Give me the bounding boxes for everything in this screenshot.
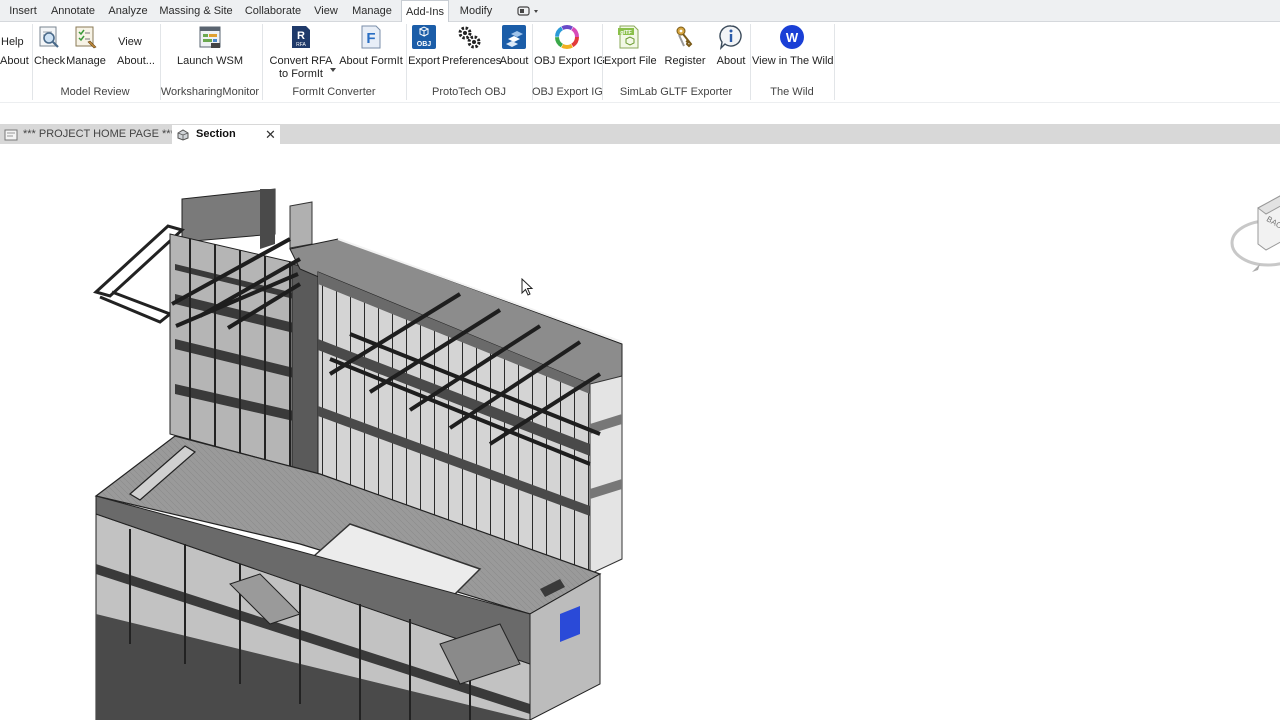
group-obj-export-ig: OBJ Export IG xyxy=(532,86,603,98)
obj-export-ig-button[interactable]: OBJ Export IG xyxy=(534,22,605,82)
tab-collaborate[interactable]: Collaborate xyxy=(242,0,304,22)
page-icon xyxy=(4,129,18,141)
section-view-icon xyxy=(177,129,189,141)
group-formit-converter: FormIt Converter xyxy=(292,86,376,98)
svg-text:W: W xyxy=(786,30,799,45)
group-separator xyxy=(834,24,835,100)
tab-annotate[interactable]: Annotate xyxy=(48,0,98,22)
tab-manage[interactable]: Manage xyxy=(348,0,396,22)
view-toggle-icon xyxy=(517,6,538,16)
about-protech-button[interactable]: About xyxy=(498,22,530,82)
tab-modify[interactable]: Modify xyxy=(454,0,498,22)
group-separator xyxy=(750,24,751,100)
the-wild-logo-icon: W xyxy=(780,25,804,49)
tab-view[interactable]: View xyxy=(310,0,342,22)
viewcube[interactable]: BAC xyxy=(1228,188,1280,278)
group-separator xyxy=(32,24,33,100)
ribbon-collapsed-strip xyxy=(0,102,1280,124)
svg-text:RFA: RFA xyxy=(296,42,306,48)
group-protech-obj: ProtoTech OBJ xyxy=(432,86,506,98)
building-section-3d-model[interactable] xyxy=(0,144,640,720)
view-in-the-wild-button[interactable]: W View in The Wild xyxy=(752,22,834,82)
doc-tab-project-home[interactable]: *** PROJECT HOME PAGE *** xyxy=(0,125,175,144)
obj-export-icon: OBJ xyxy=(412,25,436,49)
export-file-button[interactable]: glTF Export File xyxy=(604,22,657,82)
svg-text:F: F xyxy=(366,30,375,47)
info-bubble-icon xyxy=(719,25,742,50)
magnifier-check-icon xyxy=(39,26,59,48)
group-worksharing-monitor: WorksharingMonitor xyxy=(160,86,260,98)
tab-insert[interactable]: Insert xyxy=(4,0,42,22)
convert-rfa-button[interactable]: R RFA Convert RFA to FormIt xyxy=(268,22,336,82)
mouse-cursor-icon xyxy=(521,278,534,296)
protech-logo-icon xyxy=(502,25,526,49)
viewcube-ring-icon xyxy=(1230,195,1280,272)
group-the-wild: The Wild xyxy=(770,86,814,98)
gears-icon xyxy=(458,26,481,49)
about-formit-button[interactable]: F About FormIt xyxy=(338,22,404,82)
gltf-file-icon: glTF xyxy=(618,25,639,49)
document-tab-bar: *** PROJECT HOME PAGE *** Section ✕ xyxy=(0,124,1280,144)
checklist-manage-icon xyxy=(75,26,97,49)
ribbon-panel: Help About Check Manage View About... Mo… xyxy=(0,22,1280,102)
preferences-button[interactable]: Preferences xyxy=(442,22,501,82)
formit-icon: F xyxy=(361,25,381,49)
drawing-canvas[interactable]: BAC xyxy=(0,144,1280,720)
check-button[interactable]: Check xyxy=(34,22,65,82)
worksharing-monitor-icon xyxy=(199,26,221,48)
dropdown-arrow-icon xyxy=(330,68,336,72)
group-simlab-gltf: SimLab GLTF Exporter xyxy=(619,86,733,98)
register-button[interactable]: Register xyxy=(662,22,708,82)
svg-text:glTF: glTF xyxy=(620,30,632,36)
tab-massing-site[interactable]: Massing & Site xyxy=(158,0,234,22)
obj-export-button[interactable]: OBJ Export xyxy=(408,22,440,82)
svg-text:OBJ: OBJ xyxy=(417,41,432,48)
color-ring-icon xyxy=(555,25,579,49)
manage-button[interactable]: Manage xyxy=(66,22,106,82)
group-separator xyxy=(602,24,603,100)
rfa-file-icon: R RFA xyxy=(292,26,310,48)
tab-add-ins[interactable]: Add-Ins xyxy=(401,0,449,23)
close-tab-icon[interactable]: ✕ xyxy=(265,125,276,144)
launch-wsm-button[interactable]: Launch WSM xyxy=(166,22,254,82)
about-dots-button[interactable]: About... xyxy=(114,22,158,82)
svg-text:R: R xyxy=(297,30,305,42)
doc-tab-section[interactable]: Section ✕ xyxy=(172,125,280,144)
group-model-review: Model Review xyxy=(60,86,130,98)
about-left-button[interactable]: About xyxy=(0,22,30,82)
contextual-dropdown[interactable] xyxy=(512,0,544,22)
about-info-button[interactable]: About xyxy=(714,22,748,82)
ribbon-tab-bar: Insert Annotate Analyze Massing & Site C… xyxy=(0,0,1280,23)
keys-icon xyxy=(676,26,693,48)
tab-analyze[interactable]: Analyze xyxy=(106,0,150,22)
